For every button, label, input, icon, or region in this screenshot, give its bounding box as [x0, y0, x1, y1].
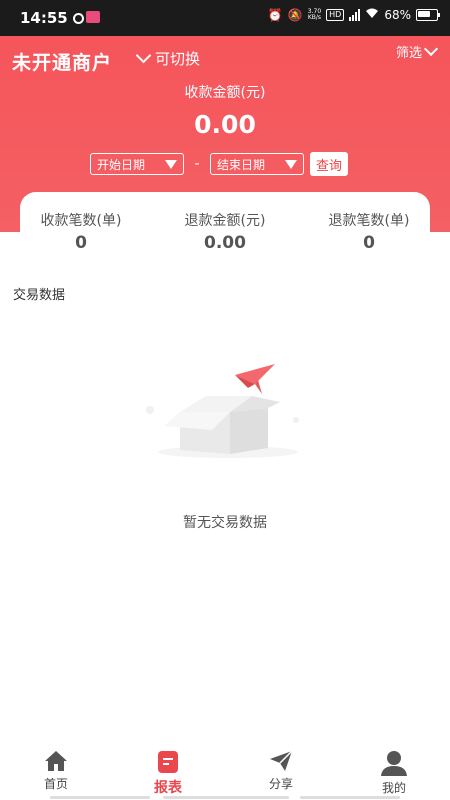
stat-refund-count: 退款笔数(单) 0 [301, 210, 437, 253]
tab-label: 报表 [154, 780, 182, 796]
tab-mine[interactable]: 我的 [354, 750, 434, 796]
start-date-label: 开始日期 [97, 157, 146, 172]
date-range: 开始日期 - 结束日期 查询 [90, 152, 349, 176]
chevron-down-icon [135, 47, 152, 64]
mute-icon: 🔕 [287, 8, 303, 22]
tab-label: 我的 [381, 781, 406, 795]
share-icon [270, 750, 293, 771]
section-title: 交易数据 [13, 288, 66, 303]
start-date-picker[interactable]: 开始日期 [90, 153, 184, 175]
empty-state-text: 暂无交易数据 [183, 515, 267, 531]
end-date-picker[interactable]: 结束日期 [210, 153, 304, 175]
tab-share[interactable]: 分享 [241, 750, 321, 792]
stat-label: 退款金额(元) [184, 213, 266, 229]
dropdown-arrow-icon [165, 159, 177, 169]
home-icon [45, 751, 67, 771]
network-speed-unit: KB/s [307, 14, 322, 21]
stat-label: 收款笔数(单) [40, 213, 122, 229]
signal-icon [349, 9, 361, 21]
stats-card: 收款笔数(单) 0 退款金额(元) 0.00 退款笔数(单) 0 [20, 192, 430, 264]
stat-value: 0 [363, 233, 375, 253]
stat-receipt-count: 收款笔数(单) 0 [13, 210, 149, 253]
gesture-bar [50, 796, 150, 799]
stat-value: 0.00 [204, 233, 246, 253]
filter-label: 筛选 [395, 46, 422, 61]
end-date-label: 结束日期 [217, 157, 266, 172]
tab-report[interactable]: 报表 [128, 750, 208, 797]
filter-button[interactable]: 筛选 [395, 41, 439, 61]
amount-label: 收款金额(元) [184, 85, 266, 101]
stat-value: 0 [75, 233, 87, 253]
battery-icon [416, 9, 440, 21]
app-notification-icon [86, 11, 100, 23]
switch-label: 可切换 [155, 50, 201, 68]
notification-dot-icon [73, 13, 84, 24]
merchant-name: 未开通商户 [12, 52, 113, 74]
user-icon [381, 751, 407, 776]
switch-merchant-button[interactable]: 可切换 [135, 47, 201, 69]
status-time: 14:55 [20, 9, 68, 27]
empty-box-icon [146, 364, 299, 458]
battery-percent: 68% [384, 8, 411, 22]
stat-refund-amount: 退款金额(元) 0.00 [157, 210, 293, 253]
amount-value: 0.00 [194, 110, 256, 139]
stat-label: 退款笔数(单) [328, 213, 410, 229]
tab-home[interactable]: 首页 [16, 750, 96, 792]
report-icon [158, 751, 178, 773]
gesture-bar [163, 796, 289, 799]
status-bar: 14:55 ⏰ 🔕 3.70 KB/s HD 68% [0, 0, 450, 36]
date-separator: - [194, 156, 200, 172]
wifi-icon [365, 8, 379, 22]
alarm-icon: ⏰ [267, 8, 283, 22]
status-indicators: ⏰ 🔕 3.70 KB/s HD 68% [267, 8, 440, 22]
tab-label: 分享 [268, 777, 293, 791]
dropdown-arrow-icon [285, 159, 297, 169]
query-button[interactable]: 查询 [310, 152, 349, 176]
network-speed: 3.70 KB/s [308, 9, 321, 21]
gesture-bar [300, 796, 400, 799]
chevron-down-icon [423, 41, 439, 56]
tab-label: 首页 [43, 777, 68, 791]
hd-badge: HD [326, 9, 345, 21]
bottom-tab-bar: 首页 报表 分享 我的 [0, 738, 450, 800]
